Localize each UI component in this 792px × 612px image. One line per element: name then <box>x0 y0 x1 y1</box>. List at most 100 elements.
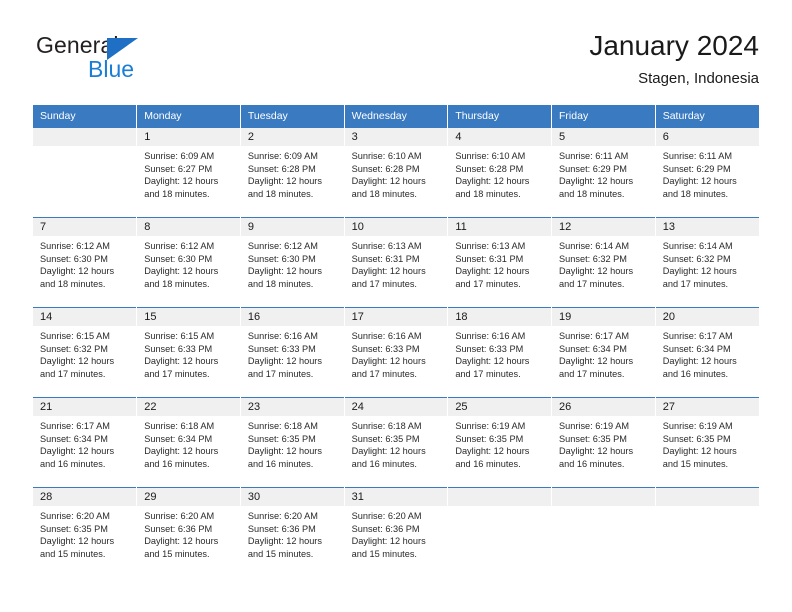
day-number <box>33 128 137 146</box>
calendar-day-cell[interactable]: 30 Sunrise: 6:20 AM Sunset: 6:36 PM Dayligh… <box>240 487 345 577</box>
daylight-duration-line2: and 17 minutes. <box>351 368 417 379</box>
day-number: 20 <box>655 308 759 326</box>
sunset-time: Sunset: 6:35 PM <box>455 433 524 444</box>
logo-text-blue: Blue <box>88 56 135 82</box>
day-cell-inner: 22 Sunrise: 6:18 AM Sunset: 6:34 PM Dayligh… <box>137 398 240 487</box>
sunset-time: Sunset: 6:32 PM <box>40 343 108 354</box>
day-number: 25 <box>448 398 552 416</box>
sunset-time: Sunset: 6:34 PM <box>144 433 213 444</box>
sunrise-time: Sunrise: 6:15 AM <box>144 331 215 341</box>
weekday-header-sunday: Sunday <box>33 105 138 128</box>
calendar-day-cell[interactable]: 12 Sunrise: 6:14 AM Sunset: 6:32 PM Dayligh… <box>551 217 656 308</box>
daylight-duration-line1: Daylight: 12 hours <box>559 266 634 277</box>
weekday-header-tuesday: Tuesday <box>240 105 345 128</box>
daylight-duration-line2: and 17 minutes. <box>40 368 106 379</box>
sunrise-time: Sunrise: 6:12 AM <box>247 241 318 251</box>
sunrise-time: Sunrise: 6:16 AM <box>455 331 526 341</box>
calendar-day-cell[interactable]: 5 Sunrise: 6:11 AM Sunset: 6:29 PM Daylight… <box>551 127 656 218</box>
day-cell-inner: 2 Sunrise: 6:09 AM Sunset: 6:28 PM Daylight… <box>240 128 344 217</box>
sunset-time: Sunset: 6:35 PM <box>559 433 627 444</box>
day-number: 19 <box>552 308 655 326</box>
calendar-day-cell[interactable]: 8 Sunrise: 6:12 AM Sunset: 6:30 PM Daylight… <box>136 217 241 308</box>
calendar-day-cell[interactable]: 25 Sunrise: 6:19 AM Sunset: 6:35 PM Dayligh… <box>447 397 553 488</box>
day-sun-info: Sunrise: 6:11 AM Sunset: 6:29 PM Daylight:… <box>552 146 655 200</box>
weekday-header-monday: Monday <box>136 105 241 128</box>
calendar-day-cell[interactable]: 16 Sunrise: 6:16 AM Sunset: 6:33 PM Dayligh… <box>240 307 345 398</box>
daylight-duration-line2: and 18 minutes. <box>247 278 314 289</box>
day-cell-inner: 30 Sunrise: 6:20 AM Sunset: 6:36 PM Dayligh… <box>240 488 344 577</box>
day-cell-inner: 4 Sunrise: 6:10 AM Sunset: 6:28 PM Daylight… <box>448 128 552 217</box>
calendar-day-cell[interactable]: 28 Sunrise: 6:20 AM Sunset: 6:35 PM Dayligh… <box>33 487 138 577</box>
sunset-time: Sunset: 6:36 PM <box>351 523 420 534</box>
sunrise-time: Sunrise: 6:17 AM <box>559 331 629 341</box>
day-number: 3 <box>344 128 448 146</box>
day-cell-inner <box>448 488 552 577</box>
calendar-day-cell[interactable]: 14 Sunrise: 6:15 AM Sunset: 6:32 PM Dayligh… <box>33 307 138 398</box>
day-number: 7 <box>33 218 137 236</box>
calendar-day-cell[interactable]: 26 Sunrise: 6:19 AM Sunset: 6:35 PM Dayligh… <box>551 397 656 488</box>
calendar-day-cell[interactable]: 13 Sunrise: 6:14 AM Sunset: 6:32 PM Dayligh… <box>655 217 759 308</box>
sunrise-time: Sunrise: 6:14 AM <box>662 241 733 251</box>
daylight-duration-line1: Daylight: 12 hours <box>455 446 530 457</box>
day-number: 21 <box>33 398 137 416</box>
calendar-day-cell[interactable]: 4 Sunrise: 6:10 AM Sunset: 6:28 PM Daylight… <box>447 127 553 218</box>
calendar-day-cell[interactable]: 1 Sunrise: 6:09 AM Sunset: 6:27 PM Daylight… <box>136 127 241 218</box>
calendar-day-cell[interactable]: 15 Sunrise: 6:15 AM Sunset: 6:33 PM Dayligh… <box>136 307 241 398</box>
daylight-duration-line1: Daylight: 12 hours <box>144 536 219 547</box>
weekday-header-friday: Friday <box>551 105 656 128</box>
calendar-day-cell[interactable]: 27 Sunrise: 6:19 AM Sunset: 6:35 PM Dayligh… <box>655 397 759 488</box>
sunrise-time: Sunrise: 6:18 AM <box>351 421 422 431</box>
sunset-time: Sunset: 6:35 PM <box>662 433 731 444</box>
daylight-duration-line1: Daylight: 12 hours <box>144 356 219 367</box>
sunrise-time: Sunrise: 6:20 AM <box>351 511 422 521</box>
daylight-duration-line2: and 16 minutes. <box>40 458 106 469</box>
calendar-day-cell-empty <box>33 127 138 218</box>
sunset-time: Sunset: 6:35 PM <box>247 433 316 444</box>
sunrise-time: Sunrise: 6:20 AM <box>40 511 110 521</box>
calendar-day-cell[interactable]: 2 Sunrise: 6:09 AM Sunset: 6:28 PM Daylight… <box>240 127 345 218</box>
calendar-day-cell[interactable]: 18 Sunrise: 6:16 AM Sunset: 6:33 PM Dayligh… <box>447 307 553 398</box>
calendar-day-cell[interactable]: 29 Sunrise: 6:20 AM Sunset: 6:36 PM Dayligh… <box>136 487 241 577</box>
day-number: 1 <box>137 128 240 146</box>
daylight-duration-line1: Daylight: 12 hours <box>662 176 737 187</box>
sunset-time: Sunset: 6:31 PM <box>351 253 420 264</box>
calendar-day-cell[interactable]: 10 Sunrise: 6:13 AM Sunset: 6:31 PM Dayligh… <box>344 217 449 308</box>
sunrise-time: Sunrise: 6:17 AM <box>662 331 733 341</box>
calendar-day-cell[interactable]: 20 Sunrise: 6:17 AM Sunset: 6:34 PM Dayligh… <box>655 307 759 398</box>
day-cell-inner: 5 Sunrise: 6:11 AM Sunset: 6:29 PM Daylight… <box>552 128 655 217</box>
weekday-header-wednesday: Wednesday <box>344 105 449 128</box>
calendar-day-cell[interactable]: 11 Sunrise: 6:13 AM Sunset: 6:31 PM Dayligh… <box>447 217 553 308</box>
sunset-time: Sunset: 6:34 PM <box>662 343 731 354</box>
sunrise-time: Sunrise: 6:13 AM <box>455 241 526 251</box>
day-number: 13 <box>655 218 759 236</box>
calendar-week-row: 28 Sunrise: 6:20 AM Sunset: 6:35 PM Dayligh… <box>33 487 759 577</box>
calendar-body: 1 Sunrise: 6:09 AM Sunset: 6:27 PM Daylight… <box>33 127 759 577</box>
calendar-day-cell[interactable]: 6 Sunrise: 6:11 AM Sunset: 6:29 PM Daylight… <box>655 127 759 218</box>
calendar-day-cell[interactable]: 23 Sunrise: 6:18 AM Sunset: 6:35 PM Dayligh… <box>240 397 345 488</box>
calendar-day-cell[interactable]: 19 Sunrise: 6:17 AM Sunset: 6:34 PM Dayligh… <box>551 307 656 398</box>
daylight-duration-line2: and 17 minutes. <box>351 278 417 289</box>
calendar-table: Sunday Monday Tuesday Wednesday Thursday… <box>33 105 759 577</box>
calendar-day-cell[interactable]: 22 Sunrise: 6:18 AM Sunset: 6:34 PM Dayligh… <box>136 397 241 488</box>
day-sun-info: Sunrise: 6:20 AM Sunset: 6:36 PM Daylight:… <box>345 506 448 560</box>
day-cell-inner <box>655 488 759 577</box>
day-number: 4 <box>448 128 552 146</box>
general-blue-logo[interactable]: General Blue <box>33 28 233 86</box>
day-cell-inner: 15 Sunrise: 6:15 AM Sunset: 6:33 PM Dayligh… <box>137 308 240 397</box>
calendar-day-cell[interactable]: 7 Sunrise: 6:12 AM Sunset: 6:30 PM Daylight… <box>33 217 138 308</box>
calendar-day-cell[interactable]: 31 Sunrise: 6:20 AM Sunset: 6:36 PM Dayligh… <box>344 487 449 577</box>
sunrise-time: Sunrise: 6:10 AM <box>455 151 526 161</box>
calendar-day-cell[interactable]: 21 Sunrise: 6:17 AM Sunset: 6:34 PM Dayligh… <box>33 397 138 488</box>
sunrise-time: Sunrise: 6:14 AM <box>559 241 629 251</box>
daylight-duration-line2: and 18 minutes. <box>455 188 521 199</box>
daylight-duration-line1: Daylight: 12 hours <box>40 536 115 547</box>
daylight-duration-line2: and 17 minutes. <box>559 368 625 379</box>
calendar-day-cell-empty <box>447 487 553 577</box>
sunrise-time: Sunrise: 6:16 AM <box>247 331 318 341</box>
calendar-day-cell[interactable]: 3 Sunrise: 6:10 AM Sunset: 6:28 PM Daylight… <box>344 127 449 218</box>
day-number: 6 <box>655 128 759 146</box>
calendar-day-cell-empty <box>551 487 656 577</box>
calendar-day-cell[interactable]: 9 Sunrise: 6:12 AM Sunset: 6:30 PM Daylight… <box>240 217 345 308</box>
calendar-day-cell[interactable]: 24 Sunrise: 6:18 AM Sunset: 6:35 PM Dayligh… <box>344 397 449 488</box>
calendar-day-cell[interactable]: 17 Sunrise: 6:16 AM Sunset: 6:33 PM Dayligh… <box>344 307 449 398</box>
